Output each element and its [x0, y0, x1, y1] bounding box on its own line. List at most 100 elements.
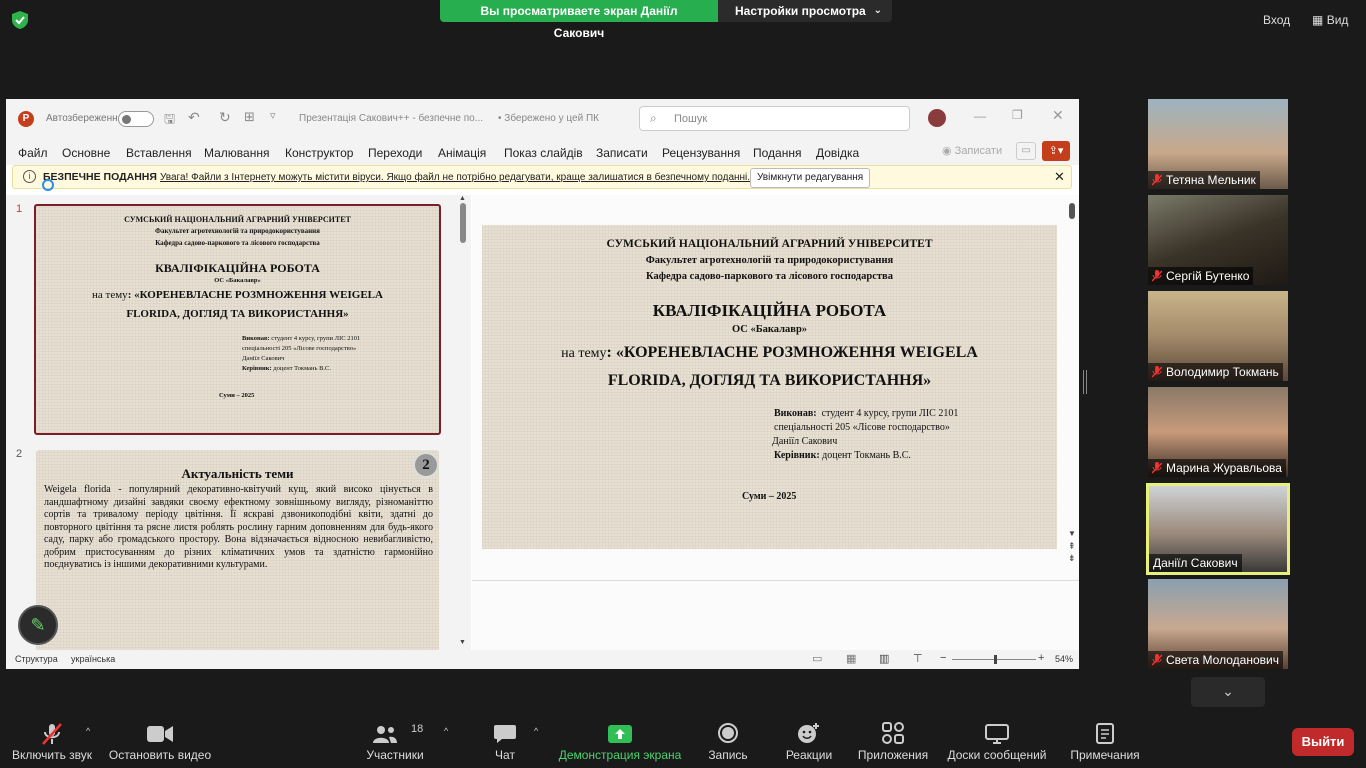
reactions-label: Реакции	[785, 748, 833, 762]
participant-tile[interactable]: Сергій Бутенко	[1148, 195, 1288, 285]
stop-video-label: Остановить видео	[108, 748, 212, 762]
minimize-icon[interactable]: —	[974, 109, 986, 123]
audio-options-caret-icon[interactable]: ^	[86, 726, 90, 736]
record-button[interactable]: Запись	[700, 712, 756, 768]
slide-thumbnail-1[interactable]: СУМСЬКИЙ НАЦІОНАЛЬНИЙ АГРАРНИЙ УНІВЕРСИТ…	[34, 204, 441, 435]
reactions-button[interactable]: Реакции	[778, 712, 840, 768]
scroll-down-icon[interactable]: ▼	[1068, 529, 1076, 538]
apps-button[interactable]: Приложения	[856, 712, 930, 768]
user-avatar[interactable]	[928, 109, 946, 127]
zoom-out-icon[interactable]: −	[940, 652, 946, 664]
tab-file[interactable]: Файл	[18, 146, 48, 160]
stop-video-button[interactable]: Остановить видео	[106, 712, 214, 768]
tab-animations[interactable]: Анімація	[438, 146, 486, 160]
share-icon[interactable]: ⇪▾	[1042, 141, 1070, 161]
participant-tile[interactable]: Тетяна Мельник	[1148, 99, 1288, 189]
enable-editing-button[interactable]: Увімкнути редагування	[750, 168, 871, 188]
main-slide[interactable]: СУМСЬКИЙ НАЦІОНАЛЬНИЙ АГРАРНИЙ УНІВЕРСИТ…	[482, 225, 1057, 549]
enter-button[interactable]: Вход	[1263, 10, 1290, 30]
participant-tile[interactable]: Володимир Токмань	[1148, 291, 1288, 381]
comments-icon[interactable]: ▭	[1016, 142, 1036, 160]
thumb1-theme-text1: «КОРЕНЕВЛАСНЕ РОЗМНОЖЕННЯ WEIGELA	[134, 289, 383, 301]
whiteboards-button[interactable]: Доски сообщений	[944, 712, 1050, 768]
chat-button[interactable]: Чат	[480, 712, 530, 768]
reactions-icon	[798, 723, 819, 743]
slide-thumbnail-2[interactable]: 2 Актуальність теми Weigela florida - по…	[36, 450, 439, 660]
unmute-button[interactable]: Включить звук	[6, 712, 98, 768]
prev-slide-icon[interactable]: ⇞	[1068, 541, 1076, 552]
slide-scrollbar[interactable]	[1069, 203, 1075, 219]
zoom-in-icon[interactable]: +	[1038, 652, 1044, 664]
tab-transitions[interactable]: Переходи	[368, 146, 422, 160]
close-window-icon[interactable]: ✕	[1052, 107, 1064, 124]
participant-name-tag: Тетяна Мельник	[1148, 171, 1260, 189]
close-bar-icon[interactable]: ✕	[1054, 169, 1065, 185]
slide-degree: ОС «Бакалавр»	[731, 324, 808, 335]
view-button[interactable]: ▦ Вид	[1312, 10, 1348, 30]
zoom-slider[interactable]	[952, 655, 1036, 664]
tab-draw[interactable]: Малювання	[204, 146, 269, 160]
normal-view-icon[interactable]: ▭	[812, 652, 822, 665]
view-options-button[interactable]: Настройки просмотра ⌄	[718, 0, 892, 22]
annotate-pencil-icon[interactable]: ✎	[18, 605, 58, 645]
active-speaker-tile[interactable]: Даніїл Сакович	[1146, 483, 1290, 575]
present-icon[interactable]: ⊞	[244, 109, 255, 125]
undo-icon[interactable]: ↶	[188, 109, 200, 126]
cursor-indicator	[42, 179, 54, 191]
powerpoint-logo-icon: P	[18, 111, 34, 127]
customize-qat-icon[interactable]: ▿	[270, 109, 276, 122]
notes-button[interactable]: Примечания	[1064, 712, 1146, 768]
record-button[interactable]: ◉ Записати	[942, 144, 1002, 157]
save-icon[interactable]: 🖫	[164, 110, 175, 132]
mic-muted-icon	[1152, 654, 1162, 666]
participant-tile[interactable]: Света Молоданович	[1148, 579, 1288, 669]
restore-icon[interactable]: ❐	[1012, 108, 1023, 122]
record-dot-icon: ◉	[942, 145, 952, 157]
leave-button[interactable]: Выйти	[1292, 728, 1354, 756]
tab-view[interactable]: Подання	[753, 146, 801, 160]
mic-muted-icon	[1152, 174, 1162, 186]
participants-caret-icon[interactable]: ^	[444, 726, 448, 736]
participants-button[interactable]: 18 Участники	[358, 712, 432, 768]
thumb1-done-text: студент 4 курсу, групи ЛІС 2101	[271, 335, 361, 342]
tab-record[interactable]: Записати	[596, 146, 648, 160]
participant-tile[interactable]: Марина Журавльова	[1148, 387, 1288, 477]
autosave-toggle[interactable]	[118, 111, 154, 127]
participant-name: Света Молоданович	[1166, 653, 1279, 667]
tab-design[interactable]: Конструктор	[285, 146, 353, 160]
tab-review[interactable]: Рецензування	[662, 146, 740, 160]
tab-insert[interactable]: Вставлення	[126, 146, 192, 160]
search-box[interactable]: ⌕ Пошук	[639, 106, 910, 131]
tab-home[interactable]: Основне	[62, 146, 110, 160]
zoom-level[interactable]: 54%	[1055, 654, 1073, 664]
next-slide-icon[interactable]: ⇟	[1068, 553, 1076, 564]
more-participants-chevron-icon[interactable]: ⌄	[1191, 677, 1265, 707]
thumb1-faculty: Факультет агротехнологій та природокорис…	[155, 227, 320, 235]
tab-help[interactable]: Довідка	[816, 146, 859, 160]
slide-done-label: Виконав:	[774, 408, 817, 419]
slide-theme-line1: на тему: «КОРЕНЕВЛАСНЕ РОЗМНОЖЕННЯ WEIGE…	[482, 344, 1057, 362]
status-language[interactable]: українська	[71, 654, 115, 664]
zoom-toolbar: Включить звук ^ Остановить видео 18 Учас…	[0, 712, 1366, 768]
slide-sorter-icon[interactable]: ▦	[846, 652, 856, 665]
thumb1-university: СУМСЬКИЙ НАЦІОНАЛЬНИЙ АГРАРНИЙ УНІВЕРСИТ…	[124, 215, 351, 224]
thumbnail-scrollbar[interactable]	[460, 203, 466, 243]
tab-slideshow[interactable]: Показ слайдів	[504, 146, 583, 160]
panel-splitter[interactable]	[1083, 370, 1087, 394]
thumb1-author-block: Виконав: студент 4 курсу, групи ЛІС 2101…	[242, 334, 360, 374]
scroll-up-icon[interactable]: ▲	[459, 195, 466, 202]
sharing-banner: Вы просматриваете экран Даніїл Сакович	[440, 0, 718, 40]
slide-sup-text: доцент Токмань В.С.	[822, 450, 911, 461]
redo-icon[interactable]: ↻	[219, 109, 231, 126]
scroll-down-icon[interactable]: ▼	[459, 639, 466, 646]
status-outline[interactable]: Структура	[15, 654, 58, 664]
security-shield-icon[interactable]	[10, 10, 30, 30]
chat-caret-icon[interactable]: ^	[534, 726, 538, 736]
participant-name: Марина Журавльова	[1166, 461, 1282, 475]
participant-name-tag: Даніїл Сакович	[1149, 554, 1242, 572]
slideshow-icon[interactable]: ⊤	[913, 652, 923, 665]
share-screen-button[interactable]: Демонстрация экрана	[556, 712, 684, 768]
mic-muted-icon	[1152, 462, 1162, 474]
reading-view-icon[interactable]: ▥	[879, 652, 889, 665]
thumb1-spec: спеціальності 205 «Лісове господарство»	[242, 345, 357, 352]
